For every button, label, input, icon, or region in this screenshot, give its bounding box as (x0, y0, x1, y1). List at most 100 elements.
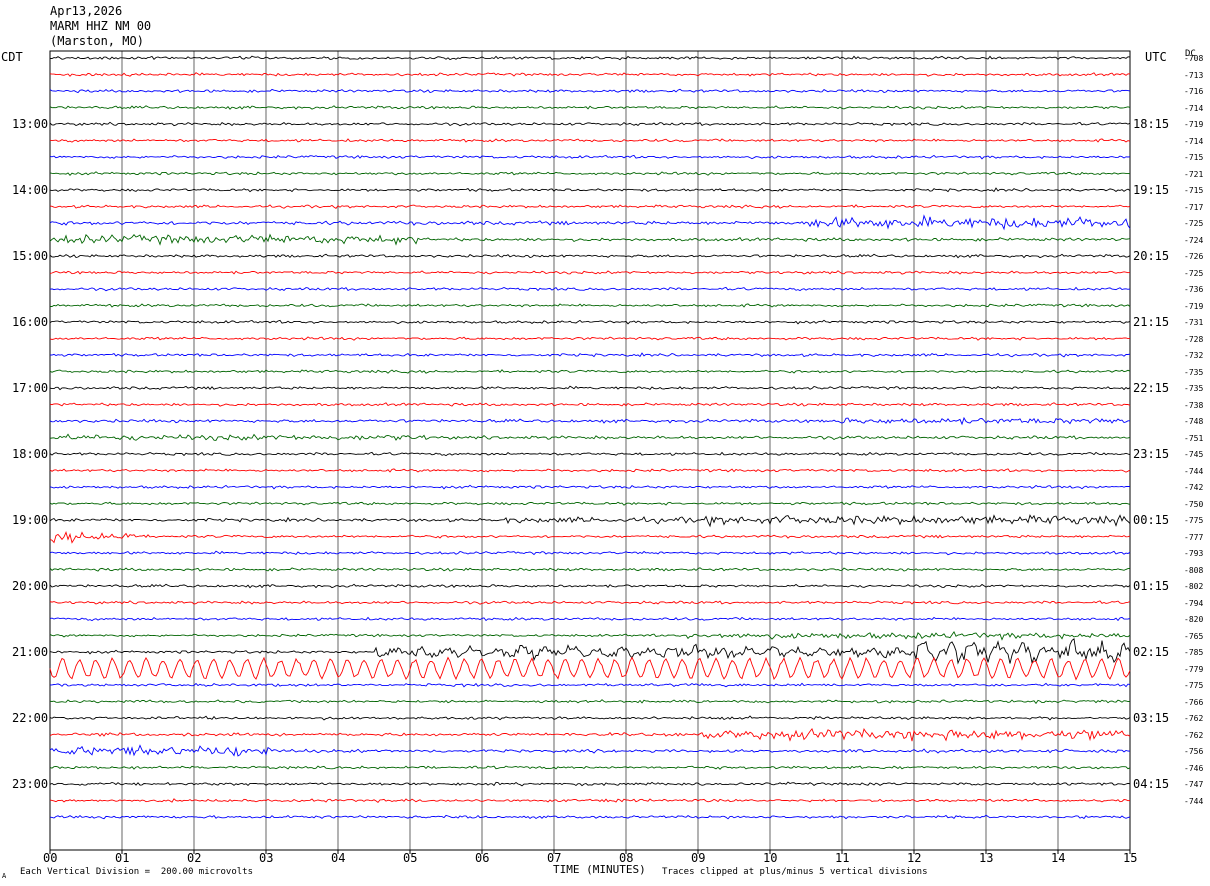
trace-line (49, 171, 1131, 176)
right-hour-label: 18:15 (1133, 117, 1170, 131)
dc-offset-label: -775 (1184, 516, 1204, 525)
trace-line (49, 55, 1131, 61)
trace-line (49, 233, 1131, 246)
trace-line (49, 765, 1131, 770)
left-hour-label: 13:00 (12, 117, 49, 131)
trace-line (49, 369, 1131, 374)
dc-offset-label: -746 (1184, 763, 1204, 773)
trace-line (49, 105, 1131, 110)
dc-offset-label: -756 (1184, 747, 1204, 756)
dc-offset-label: -742 (1184, 483, 1204, 492)
dc-offset-label: -735 (1184, 384, 1204, 393)
grid-lines (49, 50, 1131, 851)
dc-offset-label: -736 (1184, 285, 1204, 294)
dc-offset-label: -717 (1184, 202, 1204, 212)
dc-offset-label: -793 (1184, 549, 1204, 558)
trace-line (49, 187, 1131, 193)
left-hour-label: 23:00 (12, 777, 49, 791)
dc-offset-label: -808 (1184, 565, 1204, 575)
x-tick-label: 10 (763, 851, 778, 865)
trace-line (49, 88, 1131, 94)
dc-offset-label: -721 (1184, 169, 1204, 179)
dc-offset-label: -725 (1184, 219, 1204, 228)
dc-offset-label: -708 (1184, 54, 1204, 63)
trace-line (49, 637, 1131, 665)
dc-offset-label: -738 (1184, 400, 1204, 410)
dc-offset-label: -802 (1184, 582, 1204, 591)
x-axis-ticks (49, 850, 1131, 854)
trace-line (49, 253, 1131, 259)
right-hour-label: 04:15 (1133, 777, 1170, 791)
scale-note: Each Vertical Division = 200.00 microvol… (20, 867, 253, 877)
dc-offset-label: -732 (1184, 351, 1204, 360)
dc-offset-label: -728 (1184, 334, 1204, 344)
x-axis-label: TIME (MINUTES) (553, 863, 646, 876)
trace-line (49, 501, 1131, 506)
x-tick-label: 15 (1123, 851, 1138, 865)
x-tick-label: 00 (43, 851, 58, 865)
trace-line (50, 303, 1131, 308)
trace-line (49, 798, 1131, 804)
trace-line (49, 583, 1131, 589)
x-tick-label: 04 (331, 851, 346, 865)
x-tick-label: 05 (403, 851, 418, 865)
x-tick-label: 09 (691, 851, 706, 865)
trace-line (49, 451, 1131, 457)
x-tick-label: 14 (1051, 851, 1066, 865)
dc-offset-label: -715 (1184, 153, 1204, 162)
plot-frame (49, 50, 1131, 851)
dc-offset-label: -747 (1184, 780, 1204, 789)
trace-line (49, 616, 1131, 622)
trace-line (49, 468, 1131, 473)
right-hour-label: 00:15 (1133, 513, 1170, 527)
dc-offset-label: -716 (1184, 87, 1204, 96)
x-tick-label: 11 (835, 851, 850, 865)
trace-line (49, 530, 1131, 544)
dc-offset-label: -719 (1184, 301, 1204, 311)
dc-offset-label: -714 (1184, 103, 1204, 113)
trace-line (49, 121, 1131, 127)
dc-offset-label: -762 (1184, 730, 1204, 740)
right-hour-label: 03:15 (1133, 711, 1170, 725)
trace-line (49, 402, 1131, 407)
trace-line (49, 138, 1131, 143)
left-hour-label: 14:00 (12, 183, 49, 197)
trace-line (49, 385, 1131, 391)
trace-line (49, 567, 1131, 572)
x-tick-label: 03 (259, 851, 274, 865)
left-hour-label: 16:00 (12, 315, 49, 329)
dc-offset-label: -820 (1184, 615, 1204, 624)
dc-offset-label: -794 (1184, 598, 1204, 608)
dc-offset-label: -785 (1184, 648, 1204, 657)
trace-line (49, 214, 1131, 231)
dc-offset-label: -777 (1184, 532, 1204, 542)
dc-offset-label: -714 (1184, 136, 1204, 146)
dc-offset-label: -751 (1184, 433, 1204, 443)
trace-line (49, 484, 1130, 490)
trace-line (49, 656, 1131, 681)
trace-line (49, 514, 1131, 528)
trace-line (49, 433, 1131, 441)
trace-line (49, 744, 1131, 757)
left-hour-label: 18:00 (12, 447, 49, 461)
dc-offset-label: -744 (1184, 796, 1204, 806)
trace-line (49, 336, 1131, 341)
left-hour-label: 15:00 (12, 249, 49, 263)
dc-offset-label: -765 (1184, 631, 1204, 641)
right-hour-label: 02:15 (1133, 645, 1170, 659)
dc-offset-label: -719 (1184, 120, 1204, 129)
x-tick-label: 02 (187, 851, 202, 865)
dc-offset-label: -748 (1184, 417, 1204, 426)
dc-offset-label: -762 (1184, 714, 1204, 723)
right-hour-label: 01:15 (1133, 579, 1170, 593)
x-tick-label: 06 (475, 851, 490, 865)
trace-line (49, 352, 1131, 358)
corner-mark: A (2, 872, 7, 880)
x-tick-label: 01 (115, 851, 130, 865)
dc-offset-label: -715 (1184, 186, 1204, 195)
trace-line (49, 814, 1131, 820)
left-hour-label: 22:00 (12, 711, 49, 725)
dc-offset-label: -713 (1184, 70, 1204, 80)
left-hour-label: 20:00 (12, 579, 49, 593)
left-hour-label: 19:00 (12, 513, 49, 527)
